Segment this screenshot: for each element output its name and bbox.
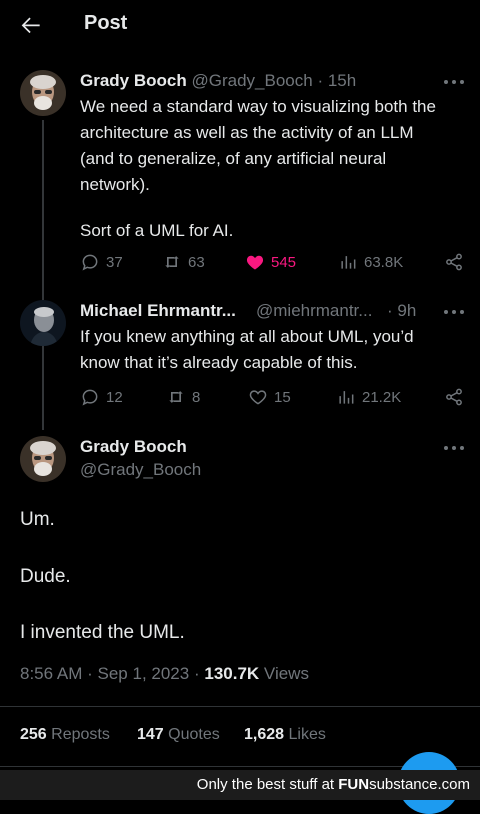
- share-button[interactable]: [444, 386, 470, 408]
- like-button[interactable]: 15: [248, 386, 291, 408]
- views-button[interactable]: 63.8K: [338, 251, 403, 273]
- reply-icon: [82, 389, 98, 406]
- views-icon: [341, 256, 356, 269]
- avatar-image: [20, 300, 66, 346]
- post-text-line: Um.: [20, 509, 55, 530]
- divider: [0, 706, 480, 707]
- post-text-line: Dude.: [20, 566, 71, 587]
- separator-dot: ·: [317, 71, 324, 90]
- reply-count: 12: [106, 388, 123, 406]
- top-bar: Post: [0, 0, 480, 50]
- post-time[interactable]: 15h: [328, 71, 356, 90]
- author-handle[interactable]: @Grady_Booch: [80, 460, 201, 479]
- watermark-brand-a: FUN: [338, 776, 370, 793]
- post-meta: 8:56 AM · Sep 1, 2023 · 130.7K Views: [20, 664, 309, 684]
- views-count: 130.7K: [204, 664, 260, 683]
- post-text-line: If you knew anything at all about UML, y…: [80, 327, 414, 346]
- reposts-label: Reposts: [51, 726, 110, 743]
- avatar-image: [20, 70, 66, 116]
- repost-count: 63: [188, 253, 205, 271]
- views-icon: [339, 391, 354, 404]
- post-text-line: network).: [80, 175, 150, 194]
- separator-dot: ·: [87, 664, 93, 683]
- like-button[interactable]: 545: [245, 251, 296, 273]
- like-count: 545: [271, 253, 297, 271]
- watermark-brand-c: .com: [437, 776, 470, 793]
- quotes-label: Quotes: [168, 726, 220, 743]
- views-count: 21.2K: [362, 388, 402, 406]
- views-button[interactable]: 21.2K: [336, 386, 401, 408]
- post-text-line: I invented the UML.: [20, 622, 185, 643]
- heart-icon: [246, 255, 264, 270]
- action-bar: 12 8 15 21.2K: [80, 386, 470, 408]
- author-handle[interactable]: @miehrmantr...: [256, 301, 372, 320]
- author-name[interactable]: Grady Booch: [80, 437, 187, 456]
- avatar[interactable]: [20, 436, 66, 482]
- action-bar: 37 63 545 63.8K: [80, 251, 470, 273]
- share-icon: [446, 253, 462, 271]
- author-handle[interactable]: @Grady_Booch: [191, 71, 312, 90]
- post-text: We need a standard way to visualizing bo…: [80, 94, 470, 244]
- repost-button[interactable]: 8: [166, 386, 200, 408]
- post-text-line: architecture as well as the activity of …: [80, 123, 414, 142]
- post-text-line: (and to generalize, of any artificial ne…: [80, 149, 387, 168]
- post-time[interactable]: 9h: [397, 301, 416, 320]
- watermark-brand-b: substance: [369, 776, 438, 793]
- reply-count: 37: [106, 253, 123, 271]
- more-icon[interactable]: [444, 444, 466, 452]
- avatar-image: [20, 436, 66, 482]
- repost-icon: [165, 256, 179, 268]
- share-icon: [446, 388, 462, 406]
- reposts-count: 256: [20, 726, 47, 743]
- page-title: Post: [84, 12, 128, 34]
- watermark-text: Only the best stuff at FUNsubstance.com: [197, 776, 470, 793]
- more-icon[interactable]: [444, 78, 466, 86]
- post-text: If you knew anything at all about UML, y…: [80, 324, 470, 376]
- like-count: 15: [274, 388, 291, 406]
- more-icon[interactable]: [444, 308, 466, 316]
- quotes-count: 147: [137, 726, 164, 743]
- views-label: Views: [263, 664, 309, 683]
- views-count: 63.8K: [364, 253, 404, 271]
- share-button[interactable]: [444, 251, 470, 273]
- post-date[interactable]: Sep 1, 2023: [98, 664, 190, 683]
- thread-line: [42, 120, 44, 430]
- watermark-banner: Only the best stuff at FUNsubstance.com: [0, 770, 480, 800]
- separator-dot: ·: [193, 664, 200, 683]
- post-text-line: We need a standard way to visualizing bo…: [80, 97, 436, 116]
- repost-icon: [169, 391, 183, 403]
- post-text-line: Sort of a UML for AI.: [80, 221, 234, 240]
- post-time[interactable]: 8:56 AM: [20, 664, 82, 683]
- likes-label: Likes: [288, 726, 326, 743]
- author-name[interactable]: Grady Booch: [80, 71, 187, 90]
- reposts-stat[interactable]: 256 Reposts: [20, 726, 110, 744]
- avatar[interactable]: [20, 70, 66, 116]
- reply-icon: [82, 254, 98, 271]
- reply-button[interactable]: 12: [80, 386, 123, 408]
- back-arrow-icon[interactable]: [18, 12, 44, 38]
- repost-count: 8: [192, 388, 201, 406]
- watermark-prefix: Only the best stuff at: [196, 776, 339, 793]
- quotes-stat[interactable]: 147 Quotes: [137, 726, 220, 744]
- separator-dot: ·: [387, 301, 393, 320]
- reply-button[interactable]: 37: [80, 251, 123, 273]
- post-text-line: know that it’s already capable of this.: [80, 353, 358, 372]
- likes-stat[interactable]: 1,628 Likes: [244, 726, 326, 744]
- avatar[interactable]: [20, 300, 66, 346]
- author-name[interactable]: Michael Ehrmantr...: [80, 301, 236, 320]
- repost-button[interactable]: 63: [162, 251, 205, 273]
- likes-count: 1,628: [244, 726, 285, 743]
- heart-icon: [249, 390, 267, 405]
